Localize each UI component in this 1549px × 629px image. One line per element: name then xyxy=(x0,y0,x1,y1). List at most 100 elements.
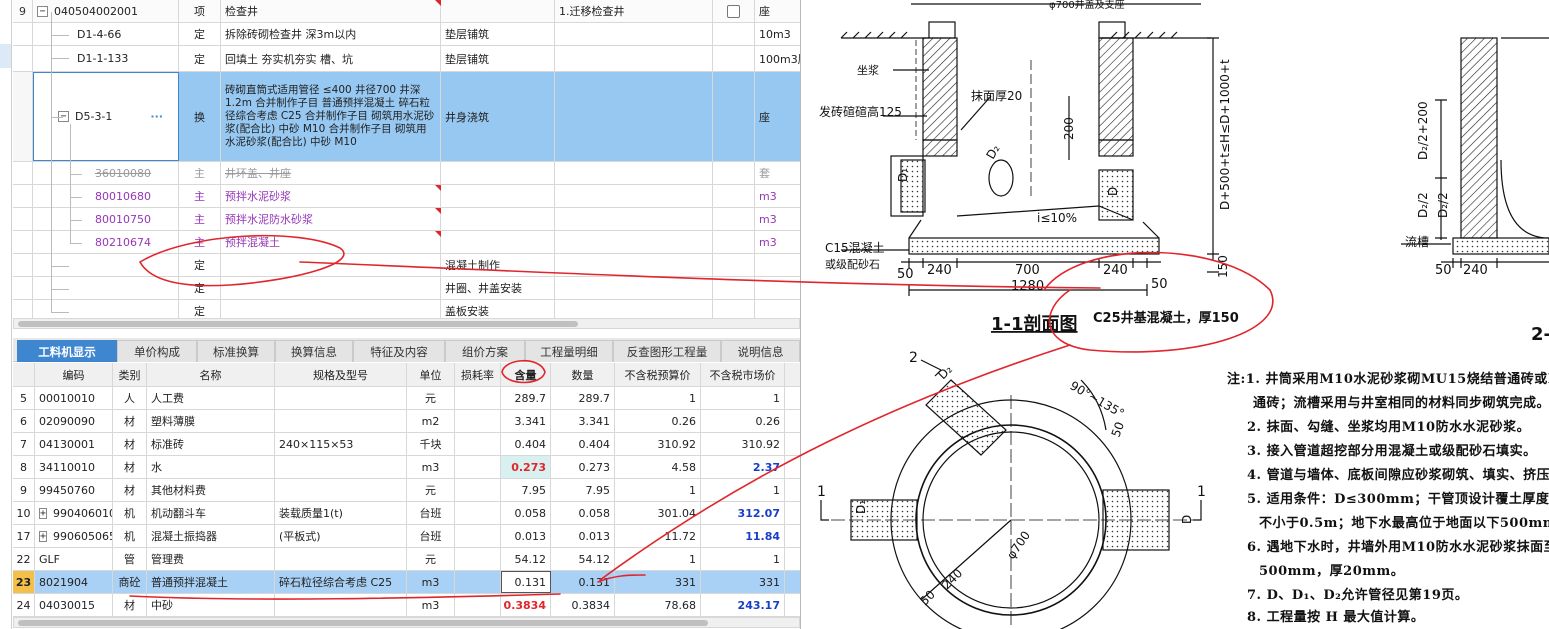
row-name[interactable]: 回填土 夯实机夯实 槽、坑 xyxy=(221,46,441,71)
table-row[interactable]: D1-1-133 定 回填土 夯实机夯实 槽、坑 垫层铺筑 100m3压 xyxy=(13,46,800,72)
row-content[interactable]: 0.013 xyxy=(501,525,551,547)
row-name[interactable]: 塑料薄膜 xyxy=(147,410,275,432)
table-row-selected[interactable]: − D5-3-1 ··· 换 砖砌直筒式适用管径 ≤400 井径700 井深1.2m… xyxy=(13,72,800,162)
table-row[interactable]: 5 00010010 人人工费元 289.7 289.7 1 1 xyxy=(13,387,800,410)
header-spec[interactable]: 规格及型号 xyxy=(275,363,407,386)
row-name[interactable]: 机动翻斗车 xyxy=(147,502,275,524)
expand-toggle-icon[interactable]: + xyxy=(39,507,48,519)
row-name[interactable]: 标准砖 xyxy=(147,433,275,455)
table-row[interactable]: 定 混凝土制作 xyxy=(13,254,800,277)
row-market-price[interactable]: 312.07 xyxy=(701,502,785,524)
plan-section-right: 1 xyxy=(1197,484,1206,500)
upper-horizontal-scrollbar[interactable] xyxy=(13,318,800,329)
tab-unit-price-composition[interactable]: 单价构成 xyxy=(117,340,197,362)
row-name[interactable]: 管理费 xyxy=(147,548,275,570)
row-index: 6 xyxy=(13,410,35,432)
row-more xyxy=(785,387,800,409)
row-market-price[interactable]: 1 xyxy=(701,387,785,409)
lower-horizontal-scrollbar[interactable] xyxy=(13,617,800,628)
tab-description[interactable]: 说明信息 xyxy=(721,340,800,362)
row-content[interactable]: 0.273 xyxy=(501,456,551,478)
table-row[interactable]: 定 盖板安装 xyxy=(13,300,800,318)
header-type[interactable]: 类别 xyxy=(113,363,147,386)
tab-quantity-details[interactable]: 工程量明细 xyxy=(525,340,613,362)
header-quantity[interactable]: 数量 xyxy=(551,363,615,386)
table-row[interactable]: 36010080 主 井环盖、井座 套 xyxy=(13,162,800,185)
tab-pricing-scheme[interactable]: 组价方案 xyxy=(445,340,525,362)
row-market-price[interactable]: 243.17 xyxy=(701,594,785,616)
row-name[interactable]: 人工费 xyxy=(147,387,275,409)
table-row[interactable]: 6 02090090 材塑料薄膜 m2 3.341 3.341 0.26 0.26 xyxy=(13,410,800,433)
row-name[interactable]: 中砂 xyxy=(147,594,275,616)
dim-240-right: 240 xyxy=(1103,263,1128,278)
tab-conversion-info[interactable]: 换算信息 xyxy=(275,340,353,362)
header-name[interactable]: 名称 xyxy=(147,363,275,386)
row-market-price[interactable]: 331 xyxy=(701,571,785,593)
table-row[interactable]: 定 井圈、井盖安装 xyxy=(13,277,800,300)
row-checkbox[interactable] xyxy=(727,4,740,18)
row-market-price[interactable]: 2.37 xyxy=(701,456,785,478)
row-name[interactable]: 预拌混凝土 xyxy=(221,231,441,253)
tab-standard-conversion[interactable]: 标准换算 xyxy=(197,340,275,362)
row-content[interactable]: 54.12 xyxy=(501,548,551,570)
table-row[interactable]: 80010680 主 预拌水泥砂浆 m3 xyxy=(13,185,800,208)
header-market-price[interactable]: 不含税市场价 xyxy=(701,363,785,386)
header-unit[interactable]: 单位 xyxy=(407,363,455,386)
table-row[interactable]: 80010750 主 预拌水泥防水砂浆 m3 xyxy=(13,208,800,231)
table-row[interactable]: 17 +990605065 机混凝土振捣器 (平板式) 台班 0.013 0.013 11.7… xyxy=(13,525,800,548)
row-content[interactable]: 0.058 xyxy=(501,502,551,524)
row-name[interactable]: 检查井 xyxy=(221,0,441,22)
row-name[interactable]: 预拌水泥防水砂浆 xyxy=(221,208,441,230)
row-market-price[interactable]: 1 xyxy=(701,548,785,570)
row-name[interactable]: 其他材料费 xyxy=(147,479,275,501)
manhole-drawing: φ700井盖及支座 坐浆 发砖碹碹高125 抹面厚20 200 D₂ D₁ D … xyxy=(801,0,1549,629)
table-row[interactable]: 22 GLF 管管理费元 54.12 54.12 1 1 xyxy=(13,548,800,571)
label-gravel: 或级配砂石 xyxy=(825,258,880,271)
expand-toggle-icon[interactable]: + xyxy=(39,530,48,542)
row-name[interactable]: 砖砌直筒式适用管径 ≤400 井径700 井深1.2m 合并制作子目 普通预拌混… xyxy=(221,72,441,161)
table-row[interactable]: 9 −040504002001 项 检查井 1.迁移检查井 座 xyxy=(13,0,800,23)
row-market-price[interactable]: 310.92 xyxy=(701,433,785,455)
row-name[interactable]: 水 xyxy=(147,456,275,478)
row-market-price[interactable]: 11.84 xyxy=(701,525,785,547)
table-row[interactable]: D1-4-66 定 拆除砖砌检查井 深3m以内 垫层铺筑 10m3 xyxy=(13,23,800,46)
label-slope: i≤10% xyxy=(1037,211,1077,225)
collapse-toggle-icon[interactable]: − xyxy=(37,5,48,17)
header-code[interactable]: 编码 xyxy=(35,363,113,386)
row-content[interactable]: 0.3834 xyxy=(501,594,551,616)
tab-graphic-quantity[interactable]: 反查图形工程量 xyxy=(613,340,721,362)
tab-features-content[interactable]: 特征及内容 xyxy=(353,340,445,362)
table-row[interactable]: 9 99450760 材其他材料费元 7.95 7.95 1 1 xyxy=(13,479,800,502)
row-loss xyxy=(455,594,501,616)
row-content[interactable]: 289.7 xyxy=(501,387,551,409)
row-name[interactable]: 普通预拌混凝土 xyxy=(147,571,275,593)
table-row[interactable]: 24 04030015 材中砂 m3 0.3834 0.3834 78.68 243.17 xyxy=(13,594,800,617)
table-row[interactable]: 7 04130001 材标准砖 240×115×53 千块 0.404 0.404 310.9… xyxy=(13,433,800,456)
row-name[interactable]: 预拌水泥砂浆 xyxy=(221,185,441,207)
table-row-selected[interactable]: 23 8021904 商砼 普通预拌混凝土 碎石粒径综合考虑 C25 m3 0.131 0.1… xyxy=(13,571,800,594)
row-content[interactable]: 7.95 xyxy=(501,479,551,501)
table-header: 编码 类别 名称 规格及型号 单位 损耗率 含量 数量 不含税预算价 不含税市场… xyxy=(13,363,800,387)
row-market-price[interactable]: 1 xyxy=(701,479,785,501)
header-content[interactable]: 含量 xyxy=(501,363,551,386)
table-row[interactable]: 10 +990406010 机机动翻斗车 装载质量1(t) 台班 0.058 0.058 30… xyxy=(13,502,800,525)
more-options-button[interactable]: ··· xyxy=(150,110,163,123)
row-content[interactable]: 3.341 xyxy=(501,410,551,432)
row-name[interactable]: 拆除砖砌检查井 深3m以内 xyxy=(221,23,441,45)
row-unit: 元 xyxy=(407,548,455,570)
section-title: 1-1剖面图 xyxy=(991,313,1078,335)
detail-tab-bar: 工料机显示 单价构成 标准换算 换算信息 特征及内容 组价方案 工程量明细 反查… xyxy=(13,338,800,362)
row-market-price[interactable]: 0.26 xyxy=(701,410,785,432)
row-content[interactable]: 0.404 xyxy=(501,433,551,455)
tab-resource-display[interactable]: 工料机显示 xyxy=(17,340,117,362)
header-budget-price[interactable]: 不含税预算价 xyxy=(615,363,701,386)
row-code: 040504002001 xyxy=(54,4,138,18)
row-content[interactable]: 0.131 xyxy=(501,571,551,593)
table-row[interactable]: 8 34110010 材水 m3 0.273 0.273 4.58 2.37 xyxy=(13,456,800,479)
table-row[interactable]: 80210674 主 预拌混凝土 m3 xyxy=(13,231,800,254)
cover-label: φ700井盖及支座 xyxy=(1049,0,1125,11)
row-name[interactable]: 井环盖、井座 xyxy=(221,162,441,184)
row-name[interactable]: 混凝土振捣器 xyxy=(147,525,275,547)
header-loss[interactable]: 损耗率 xyxy=(455,363,501,386)
label-d1: D₁ xyxy=(896,168,910,182)
